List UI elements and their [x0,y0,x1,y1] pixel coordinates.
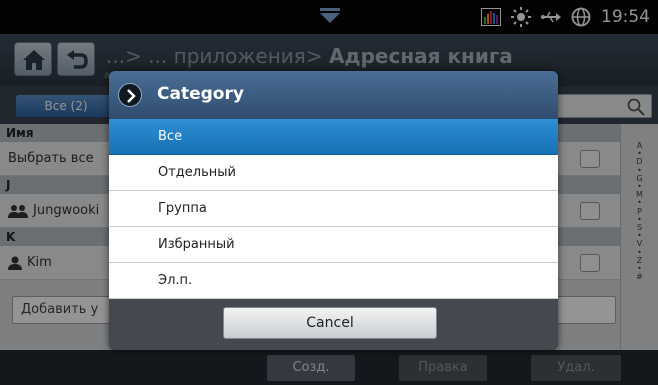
category-option-email[interactable]: Эл.п. [109,263,558,299]
dialog-title: Category [157,84,244,104]
cancel-button[interactable]: Cancel [223,307,437,339]
category-dialog: Category Все Отдельный Группа Избранный … [109,71,558,350]
dialog-header: Category [109,71,558,119]
dialog-footer: Cancel [109,299,558,350]
category-option-favorite[interactable]: Избранный [109,227,558,263]
category-option-individual[interactable]: Отдельный [109,155,558,191]
category-option-group[interactable]: Группа [109,191,558,227]
chevron-right-icon [118,83,142,107]
category-option-all[interactable]: Все [109,119,558,155]
